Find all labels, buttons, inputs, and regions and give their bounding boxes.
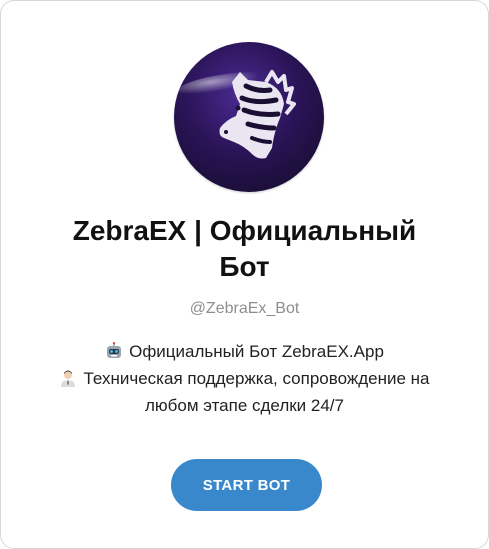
description-line-3: любом этапе сделки 24/7 <box>145 396 344 415</box>
support-person-emoji-icon <box>61 370 76 387</box>
bot-title-line2: Бот <box>219 251 270 282</box>
zebra-logo-icon <box>178 70 296 159</box>
description-line-1: Официальный Бот ZebraEX.App <box>0 338 489 365</box>
bot-profile-card: ZebraEX | Официальный Бот @ZebraEx_Bot О… <box>0 0 489 549</box>
start-bot-button[interactable]: START BOT <box>171 459 322 511</box>
bot-title-line1: ZebraEX | Официальный <box>72 215 417 246</box>
description-line-1-text: Официальный Бот ZebraEX.App <box>129 342 384 361</box>
bot-description: Официальный Бот ZebraEX.App Техническая … <box>0 338 489 419</box>
robot-emoji-icon <box>107 342 122 358</box>
bot-avatar <box>174 42 324 192</box>
description-line-2-text: Техническая поддержка, сопровождение на <box>83 369 430 388</box>
bot-username: @ZebraEx_Bot <box>189 300 300 317</box>
description-line-2: Техническая поддержка, сопровождение на <box>0 365 489 392</box>
bot-title: ZebraEX | Официальный Бот <box>0 213 489 285</box>
